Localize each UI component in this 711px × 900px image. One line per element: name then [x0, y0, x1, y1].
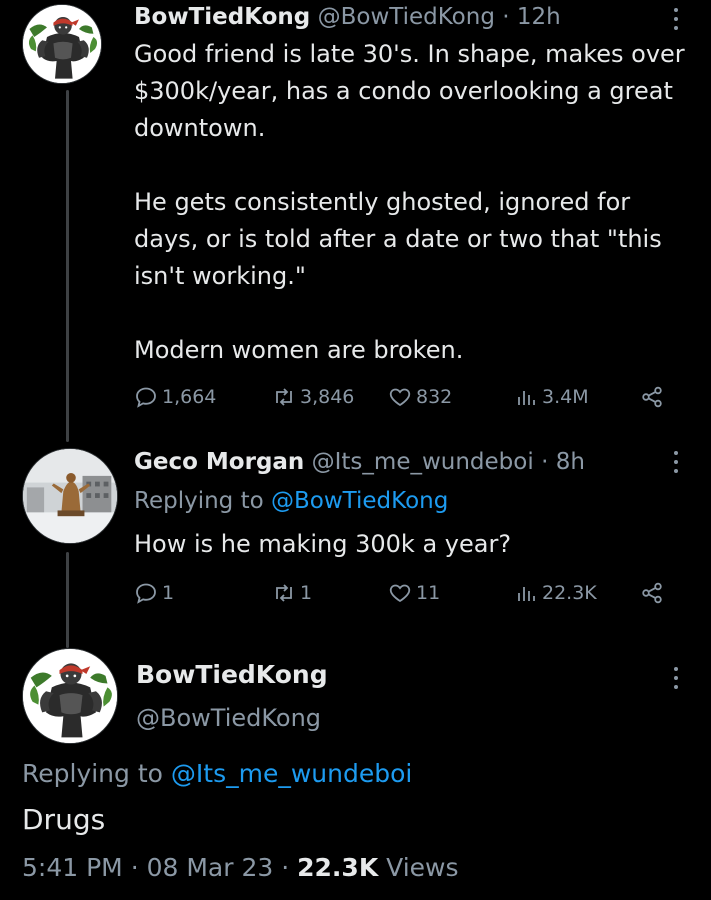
retweet-button[interactable]: 3,846 — [272, 382, 354, 412]
avatar-image — [23, 649, 118, 744]
views-count: 3.4M — [542, 386, 589, 408]
tweet-actions: 1 1 11 22.3K — [134, 578, 674, 608]
tweet-time[interactable]: 12h — [517, 4, 561, 30]
more-button[interactable] — [666, 447, 686, 477]
share-icon — [642, 582, 662, 604]
replying-label: Replying to — [22, 759, 163, 788]
reply-button[interactable]: 1 — [134, 578, 174, 608]
tweet-meta: 5:41 PM · 08 Mar 23 · 22.3K Views — [22, 853, 459, 882]
author-handle[interactable]: @BowTiedKong — [136, 704, 321, 732]
more-icon — [674, 8, 678, 30]
like-button[interactable]: 11 — [388, 578, 440, 608]
more-icon — [674, 667, 678, 689]
separator: · — [130, 853, 139, 882]
avatar-image — [23, 449, 118, 544]
separator: · — [502, 4, 510, 30]
tweet-paragraph: He gets consistently ghosted, ignored fo… — [134, 188, 662, 290]
share-button[interactable] — [640, 382, 664, 412]
heart-icon — [389, 388, 411, 407]
avatar[interactable] — [22, 448, 118, 544]
replying-to: Replying to @BowTiedKong — [134, 483, 694, 520]
author-handle[interactable]: @BowTiedKong — [318, 4, 495, 30]
reply-icon — [136, 387, 156, 408]
views-count: 22.3K — [297, 853, 379, 882]
like-count: 832 — [416, 386, 453, 408]
more-button[interactable] — [666, 663, 686, 693]
more-button[interactable] — [666, 4, 686, 34]
retweet-icon — [276, 584, 292, 602]
replying-handle-link[interactable]: @BowTiedKong — [271, 488, 448, 514]
views-button[interactable]: 3.4M — [514, 382, 589, 412]
tweet-date[interactable]: 08 Mar 23 — [147, 853, 274, 882]
retweet-button[interactable]: 1 — [272, 578, 312, 608]
avatar[interactable] — [22, 4, 102, 84]
thread-line — [66, 552, 69, 648]
reply-count: 1 — [162, 582, 175, 604]
reply-button[interactable]: 1,664 — [134, 382, 216, 412]
views-icon — [518, 587, 535, 601]
author-name[interactable]: BowTiedKong — [136, 660, 328, 689]
views-button[interactable]: 22.3K — [514, 578, 597, 608]
tweet-time[interactable]: 8h — [556, 449, 585, 475]
author-name[interactable]: Geco Morgan — [134, 449, 304, 475]
tweet-paragraph: Modern women are broken. — [134, 336, 464, 364]
author-name[interactable]: BowTiedKong — [134, 4, 310, 30]
retweet-count: 3,846 — [300, 386, 355, 408]
separator: · — [541, 449, 549, 475]
avatar[interactable] — [22, 648, 118, 744]
tweet-time[interactable]: 5:41 PM — [22, 853, 123, 882]
views-label: Views — [386, 853, 459, 882]
reply-icon — [136, 583, 156, 604]
avatar-image — [23, 5, 102, 84]
like-button[interactable]: 832 — [388, 382, 452, 412]
reply-count: 1,664 — [162, 386, 217, 408]
thread-line — [66, 90, 69, 442]
tweet-text: Good friend is late 30's. In shape, make… — [134, 36, 694, 369]
tweet-text: Drugs — [22, 803, 106, 836]
author-handle[interactable]: @Its_me_wundeboi — [312, 449, 534, 475]
tweet-actions: 1,664 3,846 832 3.4M — [134, 382, 674, 412]
share-button[interactable] — [640, 578, 664, 608]
replying-label: Replying to — [134, 488, 264, 514]
views-icon — [518, 391, 535, 405]
retweet-count: 1 — [300, 582, 313, 604]
replying-handle-link[interactable]: @Its_me_wundeboi — [171, 759, 412, 788]
heart-icon — [389, 584, 411, 603]
share-icon — [642, 386, 662, 408]
tweet-text: How is he making 300k a year? — [134, 526, 694, 563]
separator: · — [281, 853, 290, 882]
views-count: 22.3K — [542, 582, 597, 604]
like-count: 11 — [416, 582, 441, 604]
tweet-paragraph: Good friend is late 30's. In shape, make… — [134, 40, 685, 142]
tweet-paragraph: How is he making 300k a year? — [134, 530, 512, 558]
retweet-icon — [276, 388, 292, 406]
replying-to: Replying to @Its_me_wundeboi — [22, 759, 412, 788]
more-icon — [674, 451, 678, 473]
tweet-header: Geco Morgan @Its_me_wundeboi · 8h — [134, 447, 585, 477]
tweet-header: BowTiedKong @BowTiedKong · 12h — [134, 2, 561, 32]
